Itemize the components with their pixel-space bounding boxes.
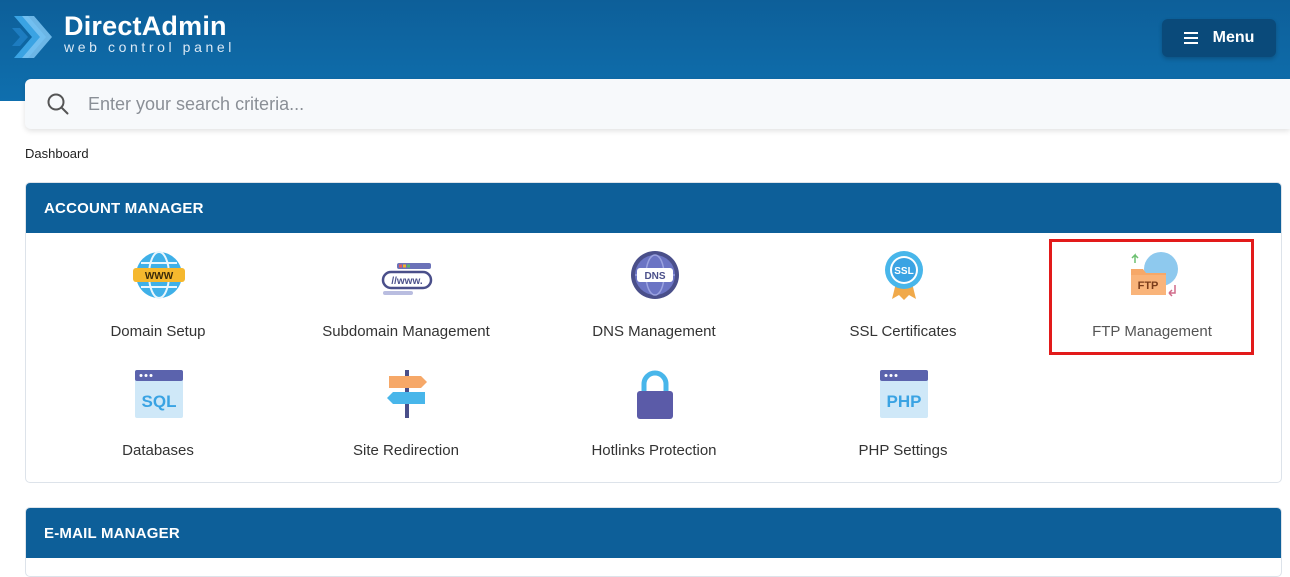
directadmin-logo[interactable]: DirectAdmin web control panel: [12, 12, 235, 62]
ssl-certificates-label: SSL Certificates: [849, 323, 957, 340]
dns-management-label: DNS Management: [592, 323, 716, 340]
databases-label: Databases: [122, 442, 194, 459]
search-icon: [47, 93, 69, 115]
site-redirection-label: Site Redirection: [353, 442, 459, 459]
menu-button[interactable]: Menu: [1162, 19, 1276, 57]
svg-text:SQL: SQL: [142, 392, 177, 411]
dns-management-item[interactable]: DNS DNS Management: [529, 233, 779, 343]
svg-text:FTP: FTP: [1138, 280, 1159, 292]
hotlinks-protection-item[interactable]: Hotlinks Protection: [529, 352, 779, 462]
domain-setup-label: Domain Setup: [110, 323, 206, 340]
directadmin-logo-icon: [12, 16, 52, 58]
search-input[interactable]: [88, 93, 1188, 115]
ssl-badge-icon: SSL: [885, 251, 923, 300]
svg-text:SSL: SSL: [894, 266, 913, 277]
svg-text:WWW: WWW: [145, 271, 174, 282]
brand-title: DirectAdmin: [64, 11, 227, 41]
php-settings-label: PHP Settings: [858, 442, 948, 459]
email-manager-panel: E-MAIL MANAGER: [25, 507, 1282, 577]
svg-text://www.: //www.: [391, 276, 423, 287]
subdomain-management-item[interactable]: //www. Subdomain Management: [281, 233, 531, 343]
hotlinks-protection-label: Hotlinks Protection: [591, 442, 717, 459]
signpost-icon: [387, 370, 427, 418]
email-manager-header: E-MAIL MANAGER: [26, 508, 1281, 558]
menu-button-label: Menu: [1212, 29, 1255, 46]
hamburger-icon: [1183, 29, 1198, 47]
php-settings-item[interactable]: PHP PHP Settings: [778, 352, 1028, 462]
subdomain-icon: //www.: [381, 263, 433, 295]
ftp-management-label: FTP Management: [1092, 323, 1212, 340]
padlock-icon: [637, 370, 673, 419]
subdomain-management-label: Subdomain Management: [322, 323, 490, 340]
sql-icon: SQL: [135, 370, 183, 418]
svg-text:PHP: PHP: [887, 392, 922, 411]
account-manager-header: ACCOUNT MANAGER: [26, 183, 1281, 233]
search-bar[interactable]: [25, 79, 1290, 129]
svg-text:DNS: DNS: [644, 271, 665, 282]
www-globe-icon: WWW: [133, 251, 185, 299]
ssl-certificates-item[interactable]: SSL SSL Certificates: [778, 233, 1028, 343]
site-redirection-item[interactable]: Site Redirection: [281, 352, 531, 462]
brand-subtitle: web control panel: [64, 39, 235, 55]
account-manager-grid: WWW Domain Setup //www. Subdomain Manage…: [26, 233, 1281, 482]
ftp-management-item[interactable]: FTP FTP Management: [1027, 233, 1277, 343]
breadcrumb[interactable]: Dashboard: [25, 146, 89, 161]
dns-icon: DNS: [631, 251, 679, 299]
ftp-folder-icon: FTP: [1131, 252, 1178, 297]
databases-item[interactable]: SQL Databases: [33, 352, 283, 462]
php-icon: PHP: [880, 370, 928, 418]
account-manager-panel: ACCOUNT MANAGER WWW Domain Setup //www. …: [25, 182, 1282, 483]
domain-setup-item[interactable]: WWW Domain Setup: [33, 233, 283, 343]
